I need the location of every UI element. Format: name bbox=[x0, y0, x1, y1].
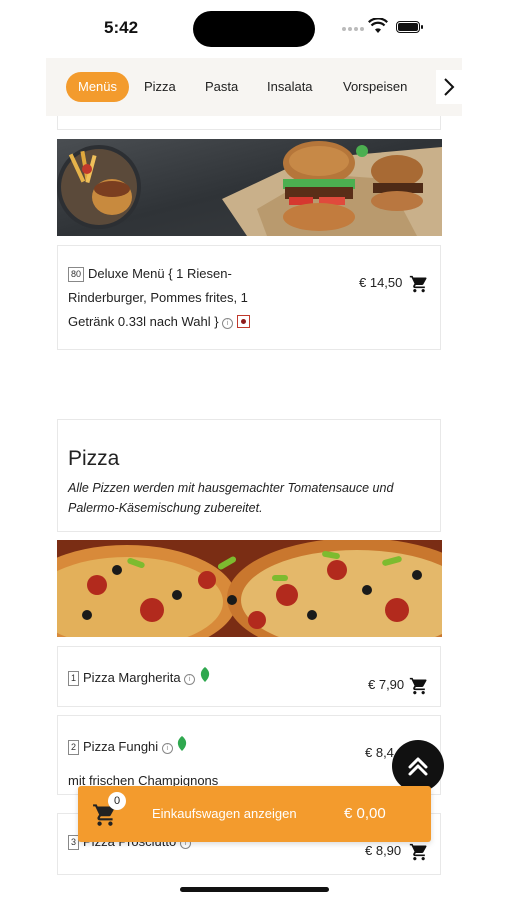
info-icon[interactable]: i bbox=[161, 743, 173, 754]
view-cart-button[interactable]: 0 Einkaufswagen anzeigen € 0,00 bbox=[78, 786, 431, 842]
item-price: € 7,90 bbox=[368, 677, 405, 692]
pizza-item-name-row: 1 Pizza Margherita i bbox=[68, 667, 211, 686]
info-icon[interactable]: i bbox=[184, 674, 196, 685]
tab-pizza[interactable]: Pizza bbox=[144, 72, 176, 102]
item-price: € 8,90 bbox=[365, 843, 402, 858]
cellular-signal-icon bbox=[342, 27, 364, 31]
menu-item-line-1: 80 Deluxe Menü { 1 Riesen- bbox=[68, 262, 250, 286]
menu-item-line-2: Rinderburger, Pommes frites, 1 bbox=[68, 290, 248, 305]
menu-item-line-3: Getränk 0.33l nach Wahl } i bbox=[68, 310, 250, 334]
pizza-item-name-row: 2 Pizza Funghi i bbox=[68, 736, 188, 755]
dynamic-island bbox=[193, 11, 315, 47]
category-bar: Menüs Pizza Pasta Insalata Vorspeisen bbox=[46, 58, 462, 116]
leaf-icon bbox=[199, 667, 211, 685]
scroll-to-top-button[interactable] bbox=[392, 740, 444, 792]
tab-insalata[interactable]: Insalata bbox=[267, 72, 313, 102]
menu-content: 80 Deluxe Menü { 1 Riesen- Rinderburger, … bbox=[57, 116, 442, 876]
tab-vorspeisen[interactable]: Vorspeisen bbox=[343, 72, 407, 102]
cart-label: Einkaufswagen anzeigen bbox=[152, 806, 297, 821]
pizza-item-card[interactable]: 1 Pizza Margherita i € 7,90 bbox=[57, 646, 441, 707]
tab-menus[interactable]: Menüs bbox=[66, 72, 130, 102]
item-price: € 8,4 bbox=[365, 745, 394, 760]
menus-banner-image bbox=[57, 139, 442, 236]
leaf-icon bbox=[176, 736, 188, 754]
chevron-right-icon[interactable] bbox=[436, 70, 462, 104]
section-description: Alle Pizzen werden mit hausgemachter Tom… bbox=[68, 481, 394, 515]
pizza-banner-image bbox=[57, 540, 442, 637]
add-to-cart-icon[interactable] bbox=[409, 274, 429, 299]
info-icon[interactable]: i bbox=[222, 318, 234, 329]
previous-card-edge bbox=[57, 116, 441, 130]
battery-icon bbox=[396, 21, 423, 33]
item-name: Pizza Margherita bbox=[83, 670, 181, 685]
add-to-cart-icon[interactable] bbox=[409, 842, 429, 867]
status-time: 5:42 bbox=[104, 18, 139, 37]
cart-total: € 0,00 bbox=[344, 805, 386, 822]
item-number: 2 bbox=[68, 740, 80, 755]
menu-item-card[interactable]: 80 Deluxe Menü { 1 Riesen- Rinderburger, … bbox=[57, 245, 441, 350]
wifi-icon bbox=[368, 17, 388, 39]
section-title: Pizza bbox=[68, 447, 120, 470]
add-to-cart-icon[interactable] bbox=[409, 676, 429, 701]
item-price: € 14,50 bbox=[359, 275, 403, 290]
cart-count-badge: 0 bbox=[108, 792, 126, 810]
home-indicator bbox=[180, 887, 329, 892]
item-number: 1 bbox=[68, 671, 80, 686]
item-number: 80 bbox=[68, 267, 85, 282]
pizza-item-card[interactable]: 2 Pizza Funghi i € 8,4 mit frischen Champ… bbox=[57, 715, 441, 795]
pizza-section-card: Pizza Alle Pizzen werden mit hausgemacht… bbox=[57, 419, 441, 532]
tab-pasta[interactable]: Pasta bbox=[205, 72, 238, 102]
allergen-badge bbox=[236, 315, 250, 328]
item-name: Pizza Funghi bbox=[83, 739, 159, 754]
double-chevron-up-icon bbox=[408, 757, 428, 776]
